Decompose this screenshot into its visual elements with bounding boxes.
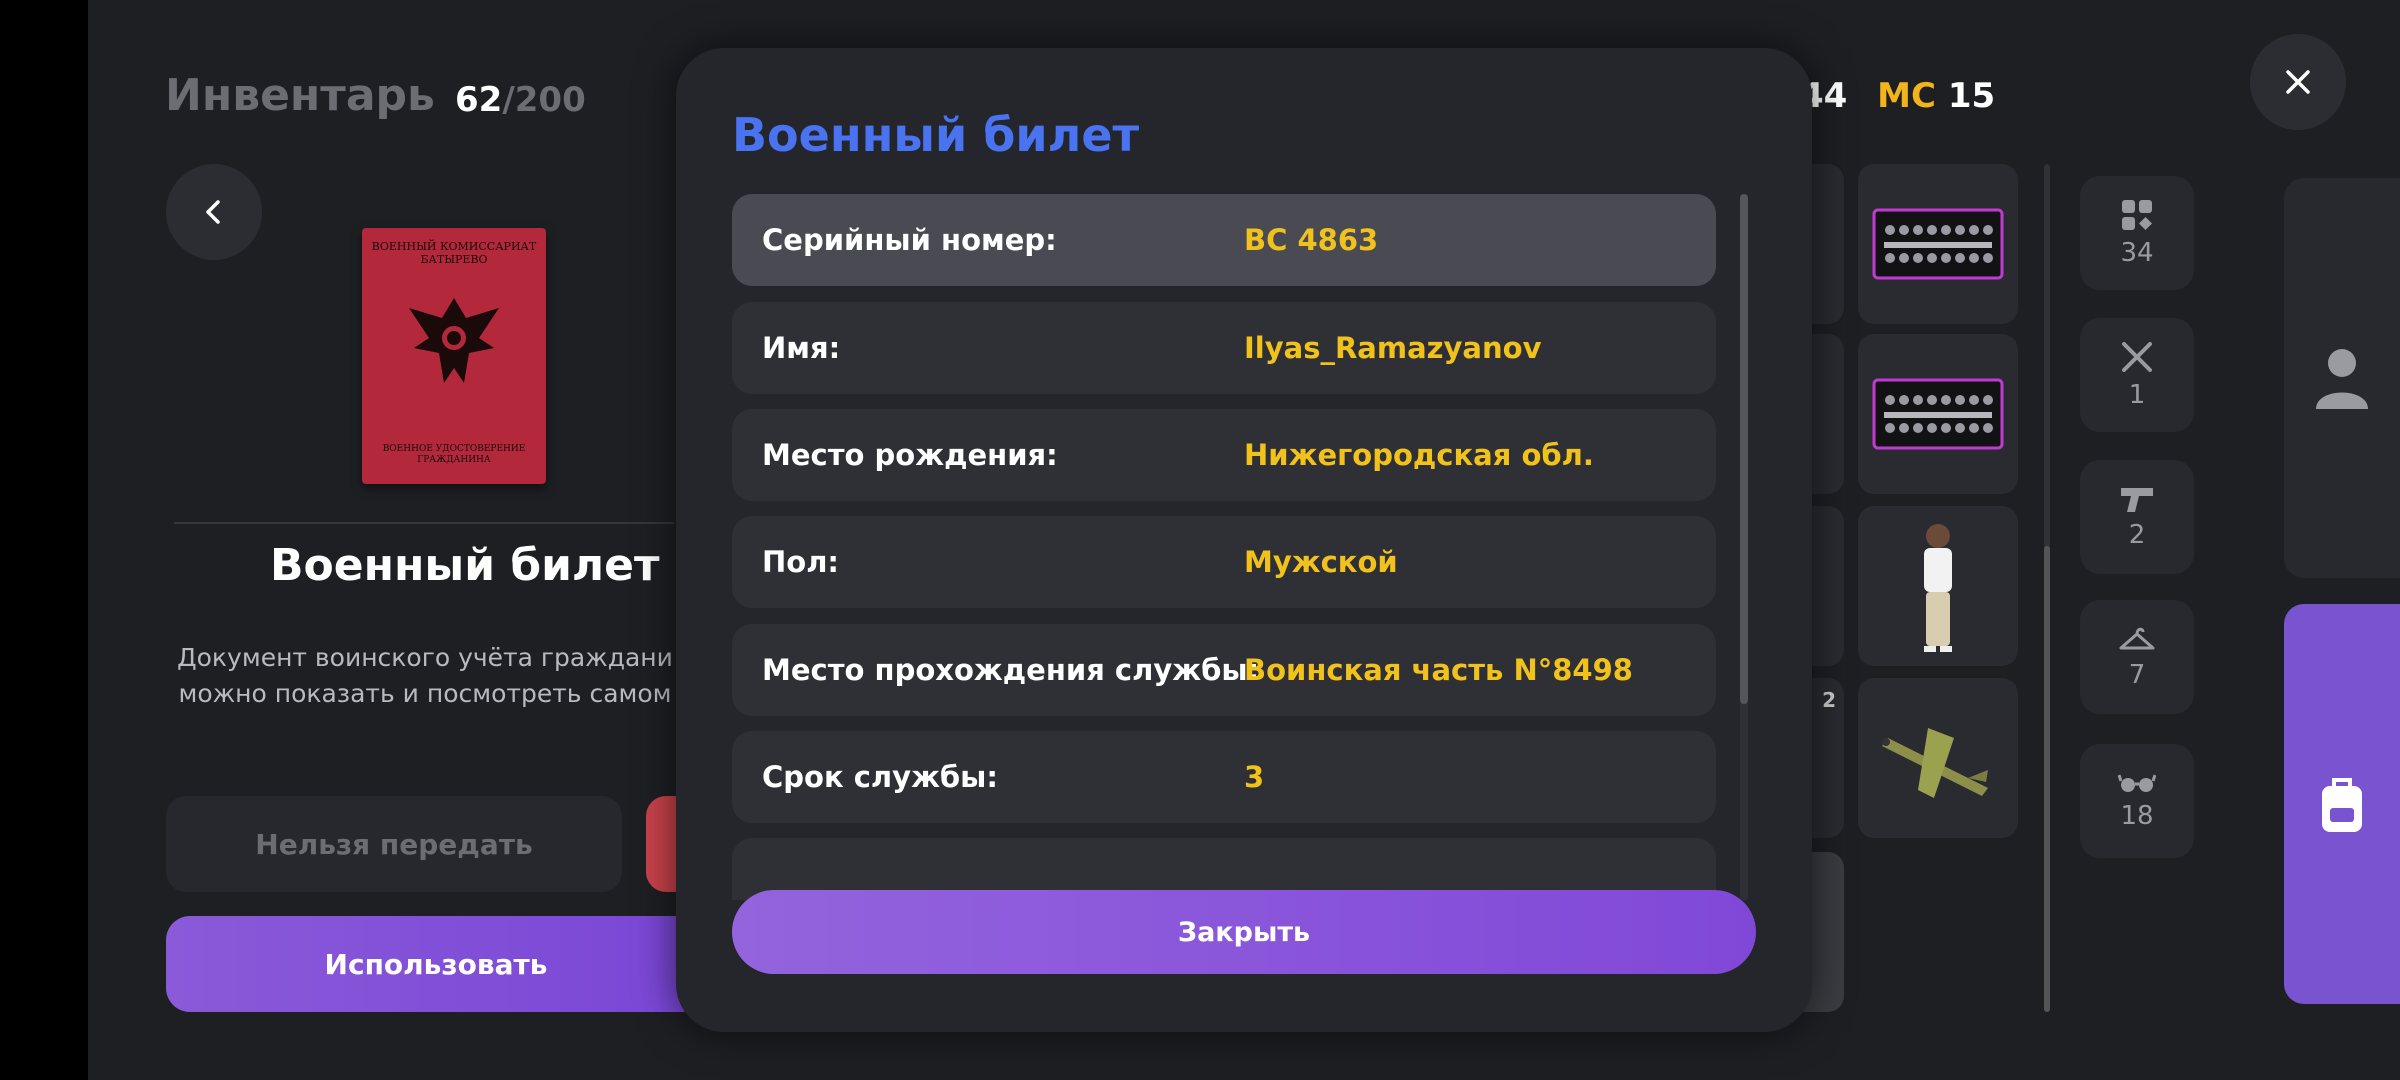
category-food[interactable]: 1: [2080, 318, 2194, 432]
currency-bar: 44 MC 15: [1800, 76, 1995, 116]
field-label: Имя:: [762, 331, 841, 365]
inventory-max: 200: [514, 80, 586, 120]
modal-title: Военный билет: [732, 108, 1140, 162]
inventory-slot[interactable]: [1858, 678, 2018, 838]
field-value: BC 4863: [1244, 223, 1379, 257]
slot-quantity: 2: [1822, 688, 1836, 712]
character-skin-icon: [1924, 524, 1952, 652]
field-row-service-place: Место прохождения службы: Воинская часть…: [732, 624, 1716, 716]
use-button[interactable]: Использовать: [166, 916, 706, 1012]
chevron-left-icon: [206, 200, 220, 224]
field-label: Серийный номер:: [762, 223, 1057, 257]
field-value: Ilyas_Ramazyanov: [1244, 331, 1542, 365]
inventory-separator: /: [502, 80, 515, 120]
category-count: 34: [2120, 238, 2154, 268]
field-value: Мужской: [1244, 545, 1398, 579]
modal-close-button[interactable]: Закрыть: [732, 890, 1756, 974]
field-label: Срок службы:: [762, 760, 999, 794]
inventory-title: Инвентарь: [165, 70, 435, 121]
booklet-top-text: ВОЕННЫЙ КОМИССАРИАТ БАТЫРЕВО: [371, 240, 537, 267]
back-button[interactable]: [166, 164, 262, 260]
category-count: 7: [2128, 660, 2146, 690]
mc-label: MC: [1877, 76, 1936, 116]
category-count: 18: [2120, 801, 2154, 831]
inventory-slot[interactable]: [1858, 164, 2018, 324]
category-all[interactable]: 34: [2080, 176, 2194, 290]
inventory-count: 62: [455, 80, 503, 120]
eagle-emblem-icon: [409, 298, 499, 383]
field-row-name: Имя: Ilyas_Ramazyanov: [732, 302, 1716, 394]
glasses-icon: [2118, 774, 2156, 792]
category-count: 2: [2128, 520, 2146, 550]
field-value: Воинская часть N°8498: [1244, 653, 1633, 687]
grid-icon: [2122, 200, 2152, 230]
category-accessories[interactable]: 18: [2080, 744, 2194, 858]
pistol-icon: [2121, 488, 2153, 512]
document-fields: Серийный номер: BC 4863 Имя: Ilyas_Ramaz…: [732, 194, 1716, 900]
hanger-icon: [2119, 627, 2155, 650]
field-row-serial: Серийный номер: BC 4863: [732, 194, 1716, 286]
modal-scrollbar-thumb[interactable]: [1740, 194, 1748, 704]
item-description-line: можно показать и посмотреть самом: [178, 679, 672, 708]
field-row-service-term: Срок службы: 3: [732, 731, 1716, 823]
item-description: Документ воинского учёта граждани можно …: [175, 640, 675, 712]
category-weapons[interactable]: 2: [2080, 460, 2194, 574]
inventory-scrollbar-thumb[interactable]: [2044, 546, 2050, 1012]
backpack-tab[interactable]: [2284, 604, 2400, 1004]
category-clothing[interactable]: 7: [2080, 600, 2194, 714]
military-id-image: ВОЕННЫЙ КОМИССАРИАТ БАТЫРЕВО ВОЕННОЕ УДО…: [362, 228, 546, 484]
user-icon: [2316, 349, 2368, 409]
category-count: 1: [2128, 380, 2146, 410]
field-label: Пол:: [762, 545, 840, 579]
tool-case-icon: [1872, 208, 2004, 280]
item-description-line: Документ воинского учёта граждани: [177, 643, 673, 672]
inventory-capacity: 62/200: [455, 80, 586, 120]
no-transfer-button[interactable]: Нельзя передать: [166, 796, 622, 892]
close-icon: [2286, 70, 2310, 94]
close-inventory-button[interactable]: [2250, 34, 2346, 130]
field-value: 3: [1244, 760, 1265, 794]
document-modal: Военный билет Серийный номер: BC 4863 Им…: [676, 48, 1812, 1032]
divider: [174, 522, 674, 524]
field-row-gender: Пол: Мужской: [732, 516, 1716, 608]
field-value: Нижегородская обл.: [1244, 438, 1594, 472]
inventory-slot[interactable]: [1858, 334, 2018, 494]
airplane-icon: [1882, 728, 1988, 798]
tool-case-icon: [1872, 378, 2004, 450]
booklet-bottom-text: ВОЕННОЕ УДОСТОВЕРЕНИЕ ГРАЖДАНИНА: [382, 444, 526, 466]
fork-knife-icon: [2122, 342, 2152, 372]
mc-value: 15: [1947, 76, 1996, 116]
character-tab[interactable]: [2284, 178, 2400, 578]
inventory-slot[interactable]: [1858, 506, 2018, 666]
field-label: Место рождения:: [762, 438, 1058, 472]
field-label: Место прохождения службы:: [762, 653, 1260, 687]
backpack-icon: [2322, 778, 2362, 832]
item-title: Военный билет: [270, 540, 660, 591]
field-row-birthplace: Место рождения: Нижегородская обл.: [732, 409, 1716, 501]
